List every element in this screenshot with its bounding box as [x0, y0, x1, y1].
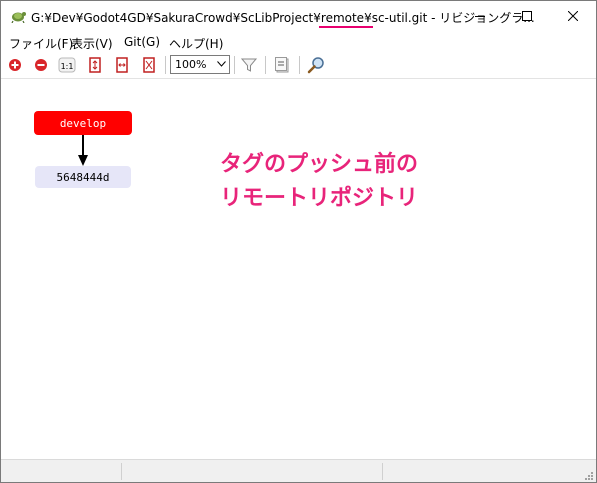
fit-height-button[interactable]	[139, 55, 159, 75]
status-pane-1	[1, 463, 122, 480]
revision-graph-window: G:¥Dev¥Godot4GD¥SakuraCrowd¥ScLibProject…	[0, 0, 597, 483]
revision-graph-canvas[interactable]: develop 5648444d タグのプッシュ前の リモートリポジトリ	[1, 78, 596, 459]
commit-link-arrow	[78, 135, 88, 166]
title-highlight-underline	[319, 26, 373, 28]
actual-size-label: 1:1	[61, 62, 74, 71]
commit-node[interactable]: 5648444d	[35, 166, 131, 188]
maximize-button[interactable]	[504, 1, 550, 31]
actual-size-button[interactable]: 1:1	[57, 55, 77, 75]
toolbar-separator	[234, 56, 235, 74]
branch-label-develop[interactable]: develop	[34, 111, 132, 135]
menu-git[interactable]: Git(G)	[124, 35, 160, 49]
fit-height-icon	[143, 57, 155, 73]
menu-help[interactable]: ヘルプ(H)	[169, 35, 223, 52]
fit-width-icon	[116, 57, 128, 73]
toolbar-separator	[299, 56, 300, 74]
fit-width-button[interactable]	[112, 55, 132, 75]
resize-grip-icon[interactable]	[583, 470, 594, 481]
toolbar-separator	[165, 56, 166, 74]
filter-icon	[241, 58, 257, 72]
toolbar: 1:1 100%	[1, 53, 596, 77]
minimize-icon	[475, 16, 485, 17]
annotation-line-1: タグのプッシュ前の	[220, 152, 419, 177]
search-icon	[307, 57, 324, 74]
collapse-all-button[interactable]	[31, 55, 51, 75]
close-button[interactable]	[550, 1, 596, 31]
maximize-icon	[522, 11, 532, 21]
status-bar	[1, 459, 596, 482]
fit-icon	[89, 57, 101, 73]
zoom-value: 100%	[175, 58, 207, 71]
fit-button[interactable]	[85, 55, 105, 75]
annotation-line-2: リモートリポジトリ	[220, 186, 419, 211]
zoom-select[interactable]: 100%	[170, 55, 230, 74]
minimize-button[interactable]	[457, 1, 503, 31]
search-button[interactable]	[306, 55, 326, 75]
menu-file[interactable]: ファイル(F)	[9, 35, 73, 52]
actual-size-icon: 1:1	[58, 57, 76, 73]
close-icon	[568, 11, 578, 21]
expand-all-icon	[9, 59, 21, 71]
document-button[interactable]	[272, 55, 292, 75]
menu-view[interactable]: 表示(V)	[71, 35, 113, 52]
tortoisegit-app-icon	[11, 12, 26, 23]
collapse-all-icon	[35, 59, 47, 71]
filter-button[interactable]	[239, 55, 259, 75]
toolbar-separator	[265, 56, 266, 74]
chevron-down-icon	[217, 61, 226, 67]
expand-all-button[interactable]	[5, 55, 25, 75]
menu-bar: ファイル(F) 表示(V) Git(G) ヘルプ(H)	[1, 32, 596, 52]
title-bar[interactable]: G:¥Dev¥Godot4GD¥SakuraCrowd¥ScLibProject…	[1, 1, 596, 31]
document-icon	[275, 57, 289, 73]
annotation-text: タグのプッシュ前の リモートリポジトリ	[220, 148, 418, 216]
status-pane-2	[122, 463, 383, 480]
